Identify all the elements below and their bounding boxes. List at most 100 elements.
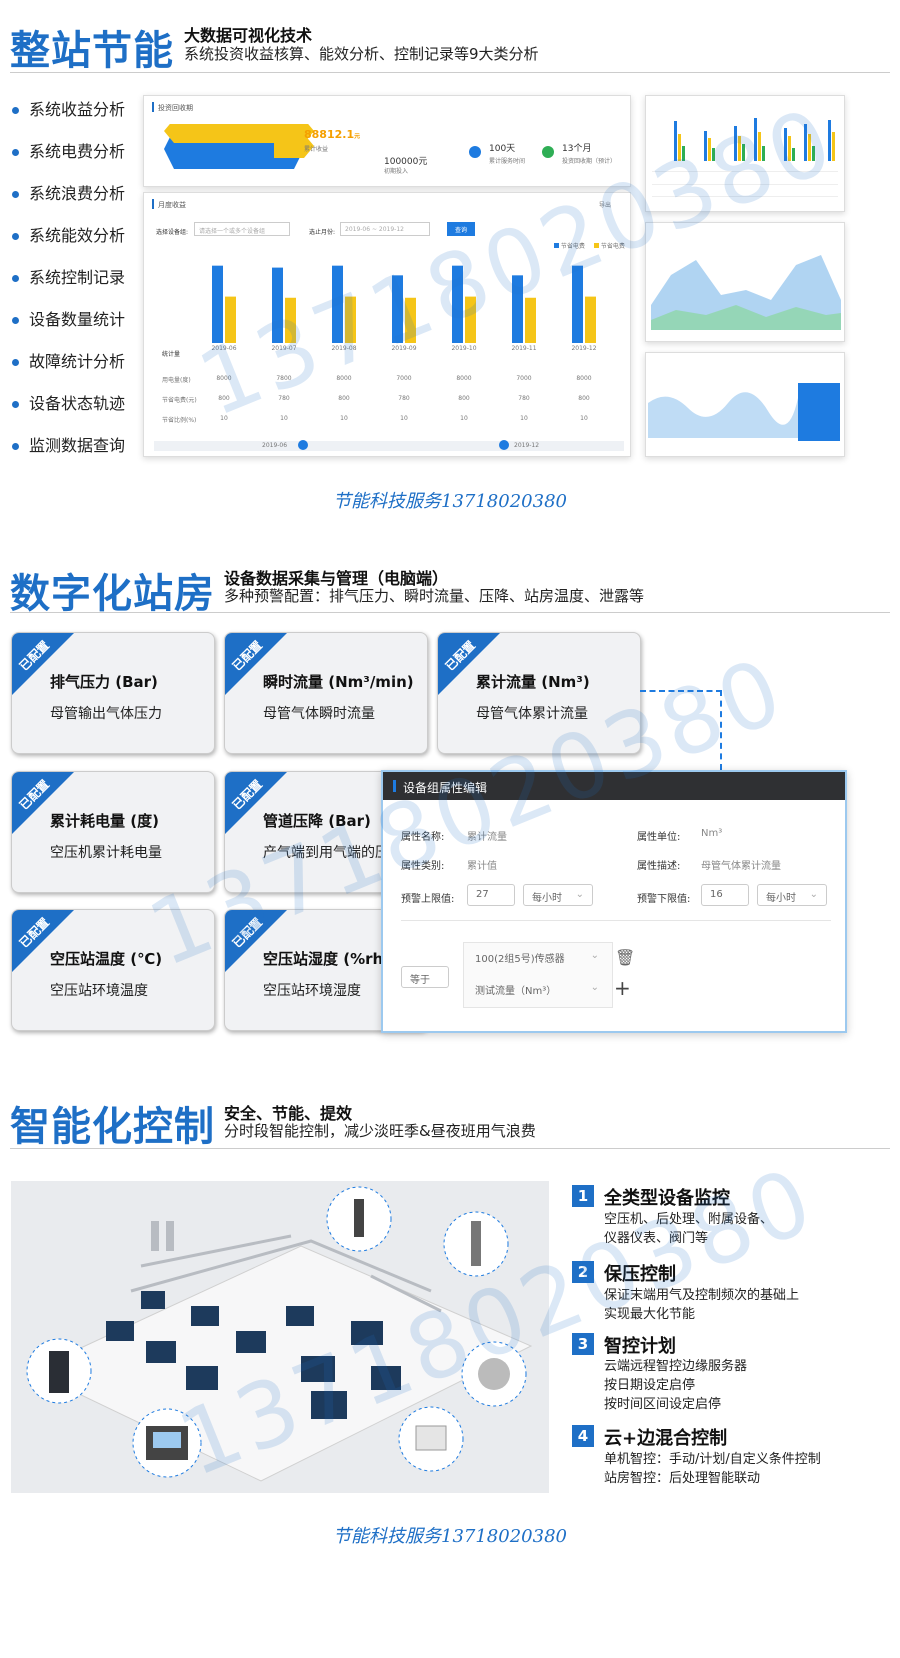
- name-label: 属性名称:: [401, 832, 445, 843]
- category-label: 2019-06: [211, 345, 237, 352]
- card-desc: 空压站环境温度: [50, 983, 148, 999]
- thumbnail-bar-report: [645, 95, 845, 212]
- slider-handle-start[interactable]: [298, 440, 308, 450]
- table-cell: 10: [580, 415, 588, 422]
- table-cell: 8000: [576, 375, 592, 382]
- bar-series-1: [392, 275, 403, 343]
- step-desc: 保证末端用气及控制频次的基础上 实现最大化节能: [604, 1286, 799, 1324]
- bar-series-1: [272, 267, 283, 343]
- slider-handle-end[interactable]: [499, 440, 509, 450]
- table-cell: 10: [520, 415, 528, 422]
- category-label: 2019-10: [451, 345, 477, 352]
- category-label: 2019-12: [571, 345, 597, 352]
- range-slider[interactable]: 2019-06 2019-12: [154, 440, 624, 451]
- card-title: 空压站温度 (℃): [50, 950, 163, 968]
- slider-end-label: 2019-12: [514, 442, 540, 449]
- alarm-card[interactable]: 已配置 排气压力 (Bar) 母管输出气体压力: [11, 632, 215, 754]
- section3-desc: 分时段智能控制，减少淡旺季&昼夜班用气浪费: [224, 1122, 536, 1140]
- table-cell: 800: [578, 395, 590, 402]
- card-desc: 空压机累计耗电量: [50, 845, 162, 861]
- category-label: 2019-08: [331, 345, 357, 352]
- name-value: 累计流量: [467, 832, 507, 843]
- cumulative-label: 累计收益: [304, 146, 329, 153]
- section2-desc: 多种预警配置：排气压力、瞬时流量、压降、站房温度、泄露等: [224, 587, 645, 605]
- sensor-value: 100(2组5号)传感器: [475, 954, 565, 965]
- roi-title: 投资回收期: [158, 104, 193, 112]
- plus-icon[interactable]: +: [614, 976, 631, 1000]
- trash-icon[interactable]: 🗑: [615, 948, 635, 967]
- unit-label: 属性单位:: [637, 832, 681, 843]
- device-select[interactable]: 请选择一个或多个设备组: [194, 222, 290, 236]
- step-line: 单机智控：手动/计划/自定义条件控制: [604, 1452, 821, 1467]
- month-range-input[interactable]: 2019-06 ~ 2019-12: [340, 222, 430, 236]
- clock-icon: [469, 146, 481, 158]
- metric-value: 测试流量（Nm³）: [475, 986, 557, 997]
- step-desc: 云端远程智控边缘服务器 按日期设定启停 按时间区间设定启停: [604, 1357, 747, 1414]
- mini-area-chart: [651, 255, 841, 330]
- monthly-title: 月度收益: [158, 201, 186, 209]
- bar-series-2: [465, 296, 476, 343]
- table-cell: 10: [280, 415, 288, 422]
- upper-limit-input[interactable]: 27: [467, 884, 515, 906]
- feature-item: 监测数据查询: [12, 432, 125, 456]
- desc-value: 母管气体累计流量: [701, 861, 781, 872]
- bar-series-2: [285, 297, 296, 343]
- service-line: 节能科技服务13718020380: [333, 1526, 567, 1547]
- chevron-down-icon: ⌄: [590, 950, 599, 961]
- table-cell: 8000: [336, 375, 352, 382]
- bar-series-2: [405, 297, 416, 343]
- divider: [10, 1148, 890, 1149]
- bar-series-1: [332, 265, 343, 343]
- roi-panel: 投资回收期 88812.1元 累计收益 100000元 初期投入 100天 累计…: [143, 95, 631, 187]
- sensor-select[interactable]: 100(2组5号)传感器 ⌄: [467, 946, 607, 970]
- alarm-card[interactable]: 已配置 累计流量 (Nm³) 母管气体累计流量: [437, 632, 641, 754]
- step-desc: 单机智控：手动/计划/自定义条件控制 站房智控：后处理智能联动: [604, 1450, 821, 1488]
- divider: [10, 612, 890, 613]
- table-cell: 780: [398, 395, 410, 402]
- alarm-icon: [542, 146, 554, 158]
- invest-label: 初期投入: [384, 168, 409, 175]
- metric-select[interactable]: 测试流量（Nm³） ⌄: [467, 978, 607, 1002]
- table-cell: 10: [460, 415, 468, 422]
- feature-item: 系统浪费分析: [12, 180, 125, 204]
- step-desc: 空压机、后处理、附属设备、 仪器仪表、阀门等: [604, 1210, 773, 1248]
- step-title: 保压控制: [604, 1264, 676, 1285]
- alarm-card[interactable]: 已配置 空压站温度 (℃) 空压站环境温度: [11, 909, 215, 1031]
- card-title: 累计流量 (Nm³): [476, 673, 590, 691]
- alarm-card[interactable]: 已配置 累计耗电量 (度) 空压机累计耗电量: [11, 771, 215, 893]
- step-line: 云端远程智控边缘服务器: [604, 1359, 748, 1374]
- table-cell: 800: [218, 395, 230, 402]
- export-button[interactable]: 导出: [599, 200, 611, 209]
- table-cell: 800: [458, 395, 470, 402]
- days-label: 累计服务时间: [489, 158, 526, 165]
- table-cell: 10: [400, 415, 408, 422]
- query-button[interactable]: 查询: [447, 222, 475, 236]
- condition-select[interactable]: 等于: [401, 966, 449, 988]
- desc-label: 属性描述:: [637, 861, 681, 872]
- lower-limit-input[interactable]: 16: [701, 884, 749, 906]
- bar-series-2: [225, 296, 236, 343]
- card-title: 空压站湿度 (%rh): [263, 950, 391, 968]
- lower-period-select[interactable]: 每小时 ⌄: [757, 884, 827, 906]
- type-label: 属性类别:: [401, 861, 445, 872]
- alarm-card[interactable]: 已配置 瞬时流量 (Nm³/min) 母管气体瞬时流量: [224, 632, 428, 754]
- category-label: 2019-11: [511, 345, 537, 352]
- feature-item: 设备数量统计: [12, 306, 125, 330]
- card-desc: 母管输出气体压力: [50, 706, 162, 722]
- thumbnail-area-report: [645, 222, 845, 342]
- days-value: 100天: [489, 144, 516, 154]
- feature-item: 故障统计分析: [12, 348, 125, 372]
- table-cell: 7000: [516, 375, 532, 382]
- feature-item: 系统电费分析: [12, 138, 125, 162]
- slider-start-label: 2019-06: [262, 442, 288, 449]
- upper-period-select[interactable]: 每小时 ⌄: [523, 884, 593, 906]
- station-diagram: [26, 1186, 533, 1482]
- feature-item: 系统控制记录: [12, 264, 125, 288]
- bar-series-1: [212, 265, 223, 343]
- cumulative-unit: 元: [354, 133, 361, 140]
- months-label: 投资回收期（预计）: [562, 158, 617, 165]
- bar-series-2: [585, 296, 596, 343]
- table-cell: 7800: [276, 375, 292, 382]
- thumbnail-line-report: [645, 352, 845, 457]
- table-cell: 10: [340, 415, 348, 422]
